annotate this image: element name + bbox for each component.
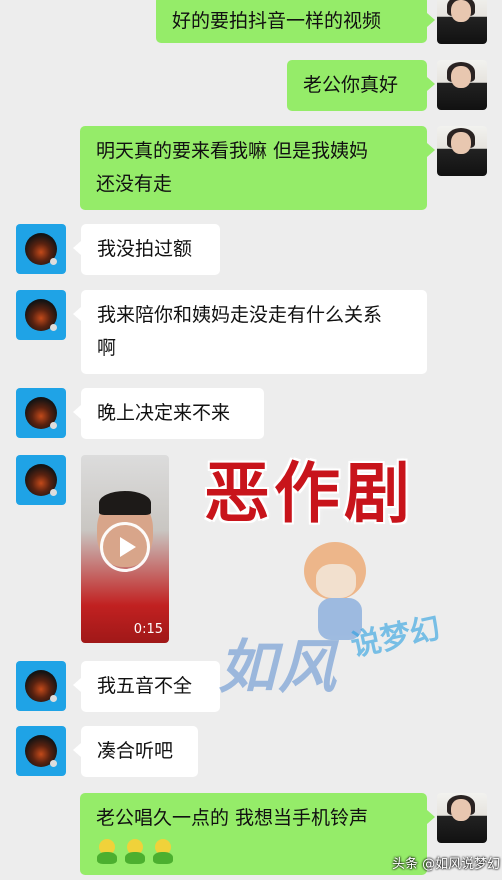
message-bubble-received[interactable]: 凑合听吧 [73,726,198,777]
message-text: 晚上决定来不来 [97,402,231,424]
video-duration: 0:15 [133,622,163,637]
sprout-emoji-icon [152,838,174,865]
contact-avatar[interactable] [16,224,66,274]
source-watermark: 头条 @如风说梦幻 [392,857,501,872]
message-text: 好的要拍抖音一样的视频 [172,10,382,32]
my-avatar[interactable] [437,0,487,44]
contact-avatar[interactable] [16,290,66,340]
message-text: 凑合听吧 [97,740,174,762]
my-avatar[interactable] [437,60,487,110]
message-text: 我五音不全 [97,675,193,697]
overlay-title: 恶作剧 [204,454,414,532]
my-avatar[interactable] [437,793,487,843]
contact-avatar[interactable] [16,388,66,438]
message-bubble-received[interactable]: 我来陪你和姨妈走没走有什么关系 啊 [73,290,427,374]
message-text-line: 我来陪你和姨妈走没走有什么关系 [97,304,383,326]
contact-avatar[interactable] [16,455,66,505]
contact-avatar[interactable] [16,726,66,776]
message-bubble-received[interactable]: 我没拍过额 [73,224,220,275]
message-text-line: 啊 [97,337,117,359]
message-bubble-received[interactable]: 我五音不全 [73,661,220,712]
video-thumbnail-hair [99,491,151,515]
message-text: 老公你真好 [303,74,399,96]
watermark-logo-main: 如风 [218,633,339,701]
video-message[interactable]: 0:15 [81,455,169,643]
sprout-emoji-icon [96,838,118,865]
message-bubble-sent[interactable]: 老公唱久一点的 我想当手机铃声 [80,793,435,875]
message-text: 我没拍过额 [97,238,193,260]
sprout-emoji-icon [124,838,146,865]
message-text-line: 明天真的要来看我嘛 但是我姨妈 [96,140,369,162]
message-bubble-received[interactable]: 晚上决定来不来 [73,388,264,439]
message-bubble-sent[interactable]: 好的要拍抖音一样的视频 [156,0,435,43]
emoji-row [96,835,411,868]
message-bubble-sent[interactable]: 明天真的要来看我嘛 但是我姨妈 还没有走 [80,126,435,210]
message-bubble-sent[interactable]: 老公你真好 [287,60,435,111]
message-text-line: 老公唱久一点的 我想当手机铃声 [96,807,369,829]
contact-avatar[interactable] [16,661,66,711]
play-icon[interactable] [100,522,150,572]
message-text-line: 还没有走 [96,173,173,195]
my-avatar[interactable] [437,126,487,176]
